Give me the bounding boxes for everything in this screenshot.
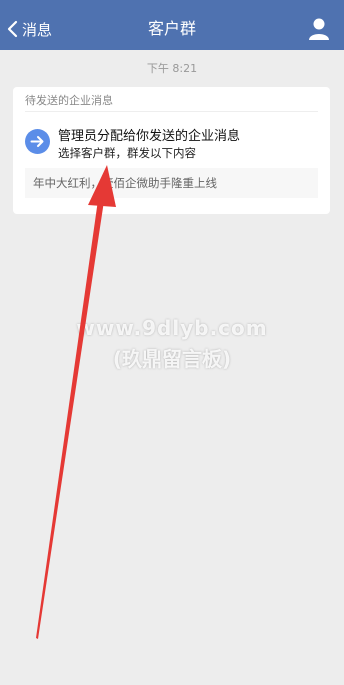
arrow-right-icon — [25, 129, 50, 154]
message-preview: 年中大红利，壹佰企微助手隆重上线 — [25, 168, 318, 198]
watermark-url: www.9dlyb.com — [76, 316, 268, 340]
divider — [25, 111, 318, 112]
card-subtitle: 选择客户群，群发以下内容 — [58, 146, 196, 160]
nav-bar: 消息 客户群 — [0, 8, 344, 50]
page-title: 客户群 — [147, 19, 196, 38]
watermark-site-name: (玖鼎留言板) — [112, 347, 232, 371]
enterprise-message-card[interactable]: 待发送的企业消息 管理员分配给你发送的企业消息 选择客户群，群发以下内容 年中大… — [13, 87, 330, 214]
message-timestamp: 下午 8:21 — [146, 62, 198, 75]
status-bar — [0, 0, 344, 8]
profile-button[interactable] — [306, 16, 332, 42]
card-title: 管理员分配给你发送的企业消息 — [58, 129, 241, 144]
person-icon — [309, 18, 329, 40]
card-header: 待发送的企业消息 — [25, 94, 113, 107]
